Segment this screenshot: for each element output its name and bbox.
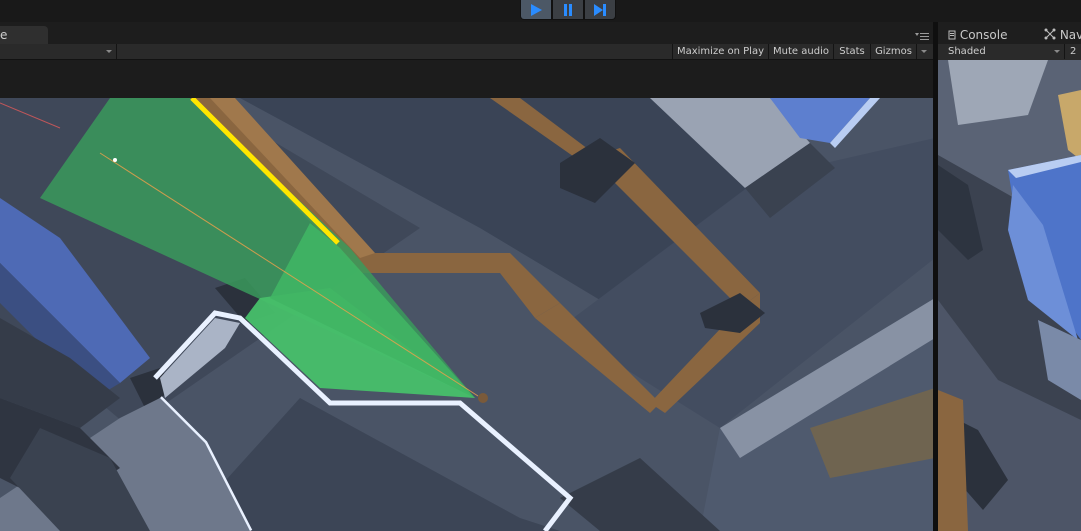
panel-menu-icon[interactable]: [915, 32, 929, 42]
gizmos-button[interactable]: Gizmos: [870, 44, 916, 59]
editor-window: e Maximize on Play Mute audio Stats Gizm…: [0, 0, 1081, 531]
navigation-icon: [1044, 28, 1056, 40]
draw-mode-dropdown[interactable]: Shaded: [938, 44, 1065, 59]
scene-toolbar: Shaded 2: [938, 44, 1081, 60]
step-button[interactable]: [584, 0, 616, 20]
mute-audio-label: Mute audio: [773, 46, 829, 57]
tab-game[interactable]: e: [0, 26, 48, 44]
tab-console-label: Console: [959, 28, 1008, 42]
tab-navigation-label: Navi: [1059, 28, 1081, 42]
scene-render: [938, 60, 1081, 531]
play-button[interactable]: [520, 0, 552, 20]
top-toolbar: [0, 0, 1081, 22]
stats-button[interactable]: Stats: [833, 44, 870, 59]
pause-icon: [564, 3, 572, 16]
step-icon: [594, 3, 606, 16]
game-tab-bar: e: [0, 22, 935, 44]
mute-audio-button[interactable]: Mute audio: [768, 44, 833, 59]
maximize-on-play-button[interactable]: Maximize on Play: [672, 44, 768, 59]
chevron-down-icon: [106, 50, 112, 53]
game-toolbar: Maximize on Play Mute audio Stats Gizmos: [0, 44, 935, 60]
pause-button[interactable]: [552, 0, 584, 20]
game-render: [0, 98, 935, 531]
console-icon: [948, 30, 956, 40]
aspect-dropdown[interactable]: [0, 44, 117, 59]
game-viewport[interactable]: [0, 98, 935, 531]
play-controls: [520, 0, 616, 21]
tab-game-label: e: [0, 28, 8, 42]
maximize-on-play-label: Maximize on Play: [676, 46, 765, 57]
game-letterbox: [0, 60, 935, 98]
stats-label: Stats: [839, 46, 865, 57]
2d-toggle[interactable]: 2: [1070, 44, 1076, 59]
tab-console[interactable]: Console: [948, 26, 1007, 44]
gizmos-label: Gizmos: [875, 46, 912, 57]
draw-mode-label: Shaded: [948, 46, 986, 57]
play-icon: [531, 3, 542, 16]
chevron-down-icon: [1054, 50, 1060, 53]
scene-viewport[interactable]: [938, 60, 1081, 531]
scene-tab-bar: Console Navi: [938, 22, 1081, 44]
chevron-down-icon: [920, 50, 927, 53]
gizmos-dropdown[interactable]: [916, 44, 930, 59]
tab-navigation[interactable]: Navi: [1044, 26, 1081, 44]
